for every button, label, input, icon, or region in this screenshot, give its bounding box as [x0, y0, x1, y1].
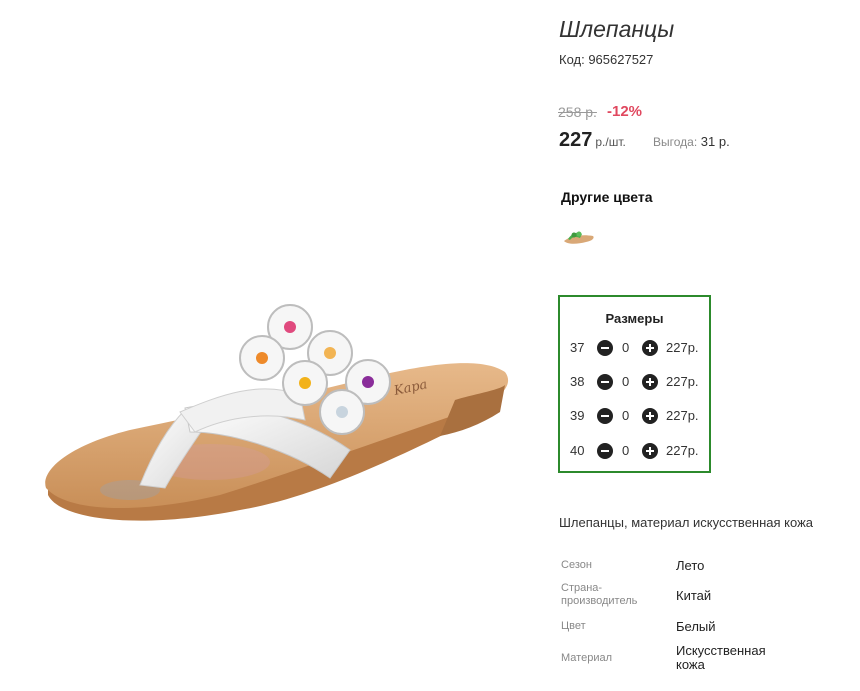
size-value: 37	[570, 340, 585, 355]
decrease-qty-button[interactable]	[597, 340, 613, 356]
minus-icon	[601, 450, 609, 452]
quantity-value: 0	[622, 408, 630, 423]
green-sandal-thumbnail	[564, 231, 594, 244]
product-title: Шлепанцы	[559, 16, 675, 42]
color-variant-green[interactable]	[562, 226, 596, 248]
attribute-value: Лето	[676, 558, 705, 573]
plus-icon	[646, 344, 654, 352]
size-value: 40	[570, 443, 585, 458]
price-value: 227	[559, 129, 593, 151]
decrease-qty-button[interactable]	[597, 374, 613, 390]
increase-qty-button[interactable]	[642, 374, 658, 390]
current-price: 227 р./шт.	[559, 129, 626, 152]
plus-icon	[646, 378, 654, 386]
decrease-qty-button[interactable]	[597, 443, 613, 459]
benefit-value: 31 р.	[700, 134, 730, 149]
attribute-label: Страна-производитель	[561, 582, 638, 607]
benefit: Выгода: 31 р.	[653, 134, 730, 149]
size-row: 39 0 227р.	[560, 406, 709, 426]
attribute-label: Сезон	[561, 559, 592, 571]
size-price: 227р.	[666, 340, 699, 355]
size-row: 40 0 227р.	[560, 441, 709, 461]
size-row: 37 0 227р.	[560, 338, 709, 358]
attribute-value: Китай	[676, 588, 712, 603]
size-price: 227р.	[666, 374, 699, 389]
attribute-label: Материал	[561, 652, 612, 664]
minus-icon	[601, 415, 609, 417]
size-price: 227р.	[666, 443, 699, 458]
product-code: Код: 965627527	[559, 52, 654, 67]
benefit-label: Выгода:	[653, 135, 698, 149]
old-price: 258 р.	[558, 104, 597, 120]
decrease-qty-button[interactable]	[597, 408, 613, 424]
minus-icon	[601, 381, 609, 383]
attribute-label: Цвет	[561, 620, 586, 632]
price-unit: р./шт.	[595, 135, 626, 149]
product-description: Шлепанцы, материал искусственная кожа	[559, 515, 814, 530]
plus-icon	[646, 447, 654, 455]
size-value: 39	[570, 408, 585, 423]
increase-qty-button[interactable]	[642, 408, 658, 424]
size-price: 227р.	[666, 408, 699, 423]
plus-icon	[646, 412, 654, 420]
quantity-value: 0	[622, 443, 630, 458]
minus-icon	[601, 347, 609, 349]
quantity-value: 0	[622, 374, 630, 389]
sizes-title: Размеры	[605, 311, 664, 326]
attribute-value: Белый	[676, 619, 716, 634]
increase-qty-button[interactable]	[642, 340, 658, 356]
size-row: 38 0 227р.	[560, 372, 709, 392]
increase-qty-button[interactable]	[642, 443, 658, 459]
sandal-photo: Kapa	[45, 304, 509, 521]
product-image[interactable]: Kapa	[0, 0, 540, 691]
sizes-panel: Размеры 37 0 227р. 38 0 227р. 39 0 227р.…	[558, 295, 711, 473]
size-value: 38	[570, 374, 585, 389]
quantity-value: 0	[622, 340, 630, 355]
other-colors-title: Другие цвета	[561, 189, 653, 205]
attribute-value: Искусственная кожа	[676, 643, 766, 672]
discount-badge: -12%	[607, 103, 643, 120]
